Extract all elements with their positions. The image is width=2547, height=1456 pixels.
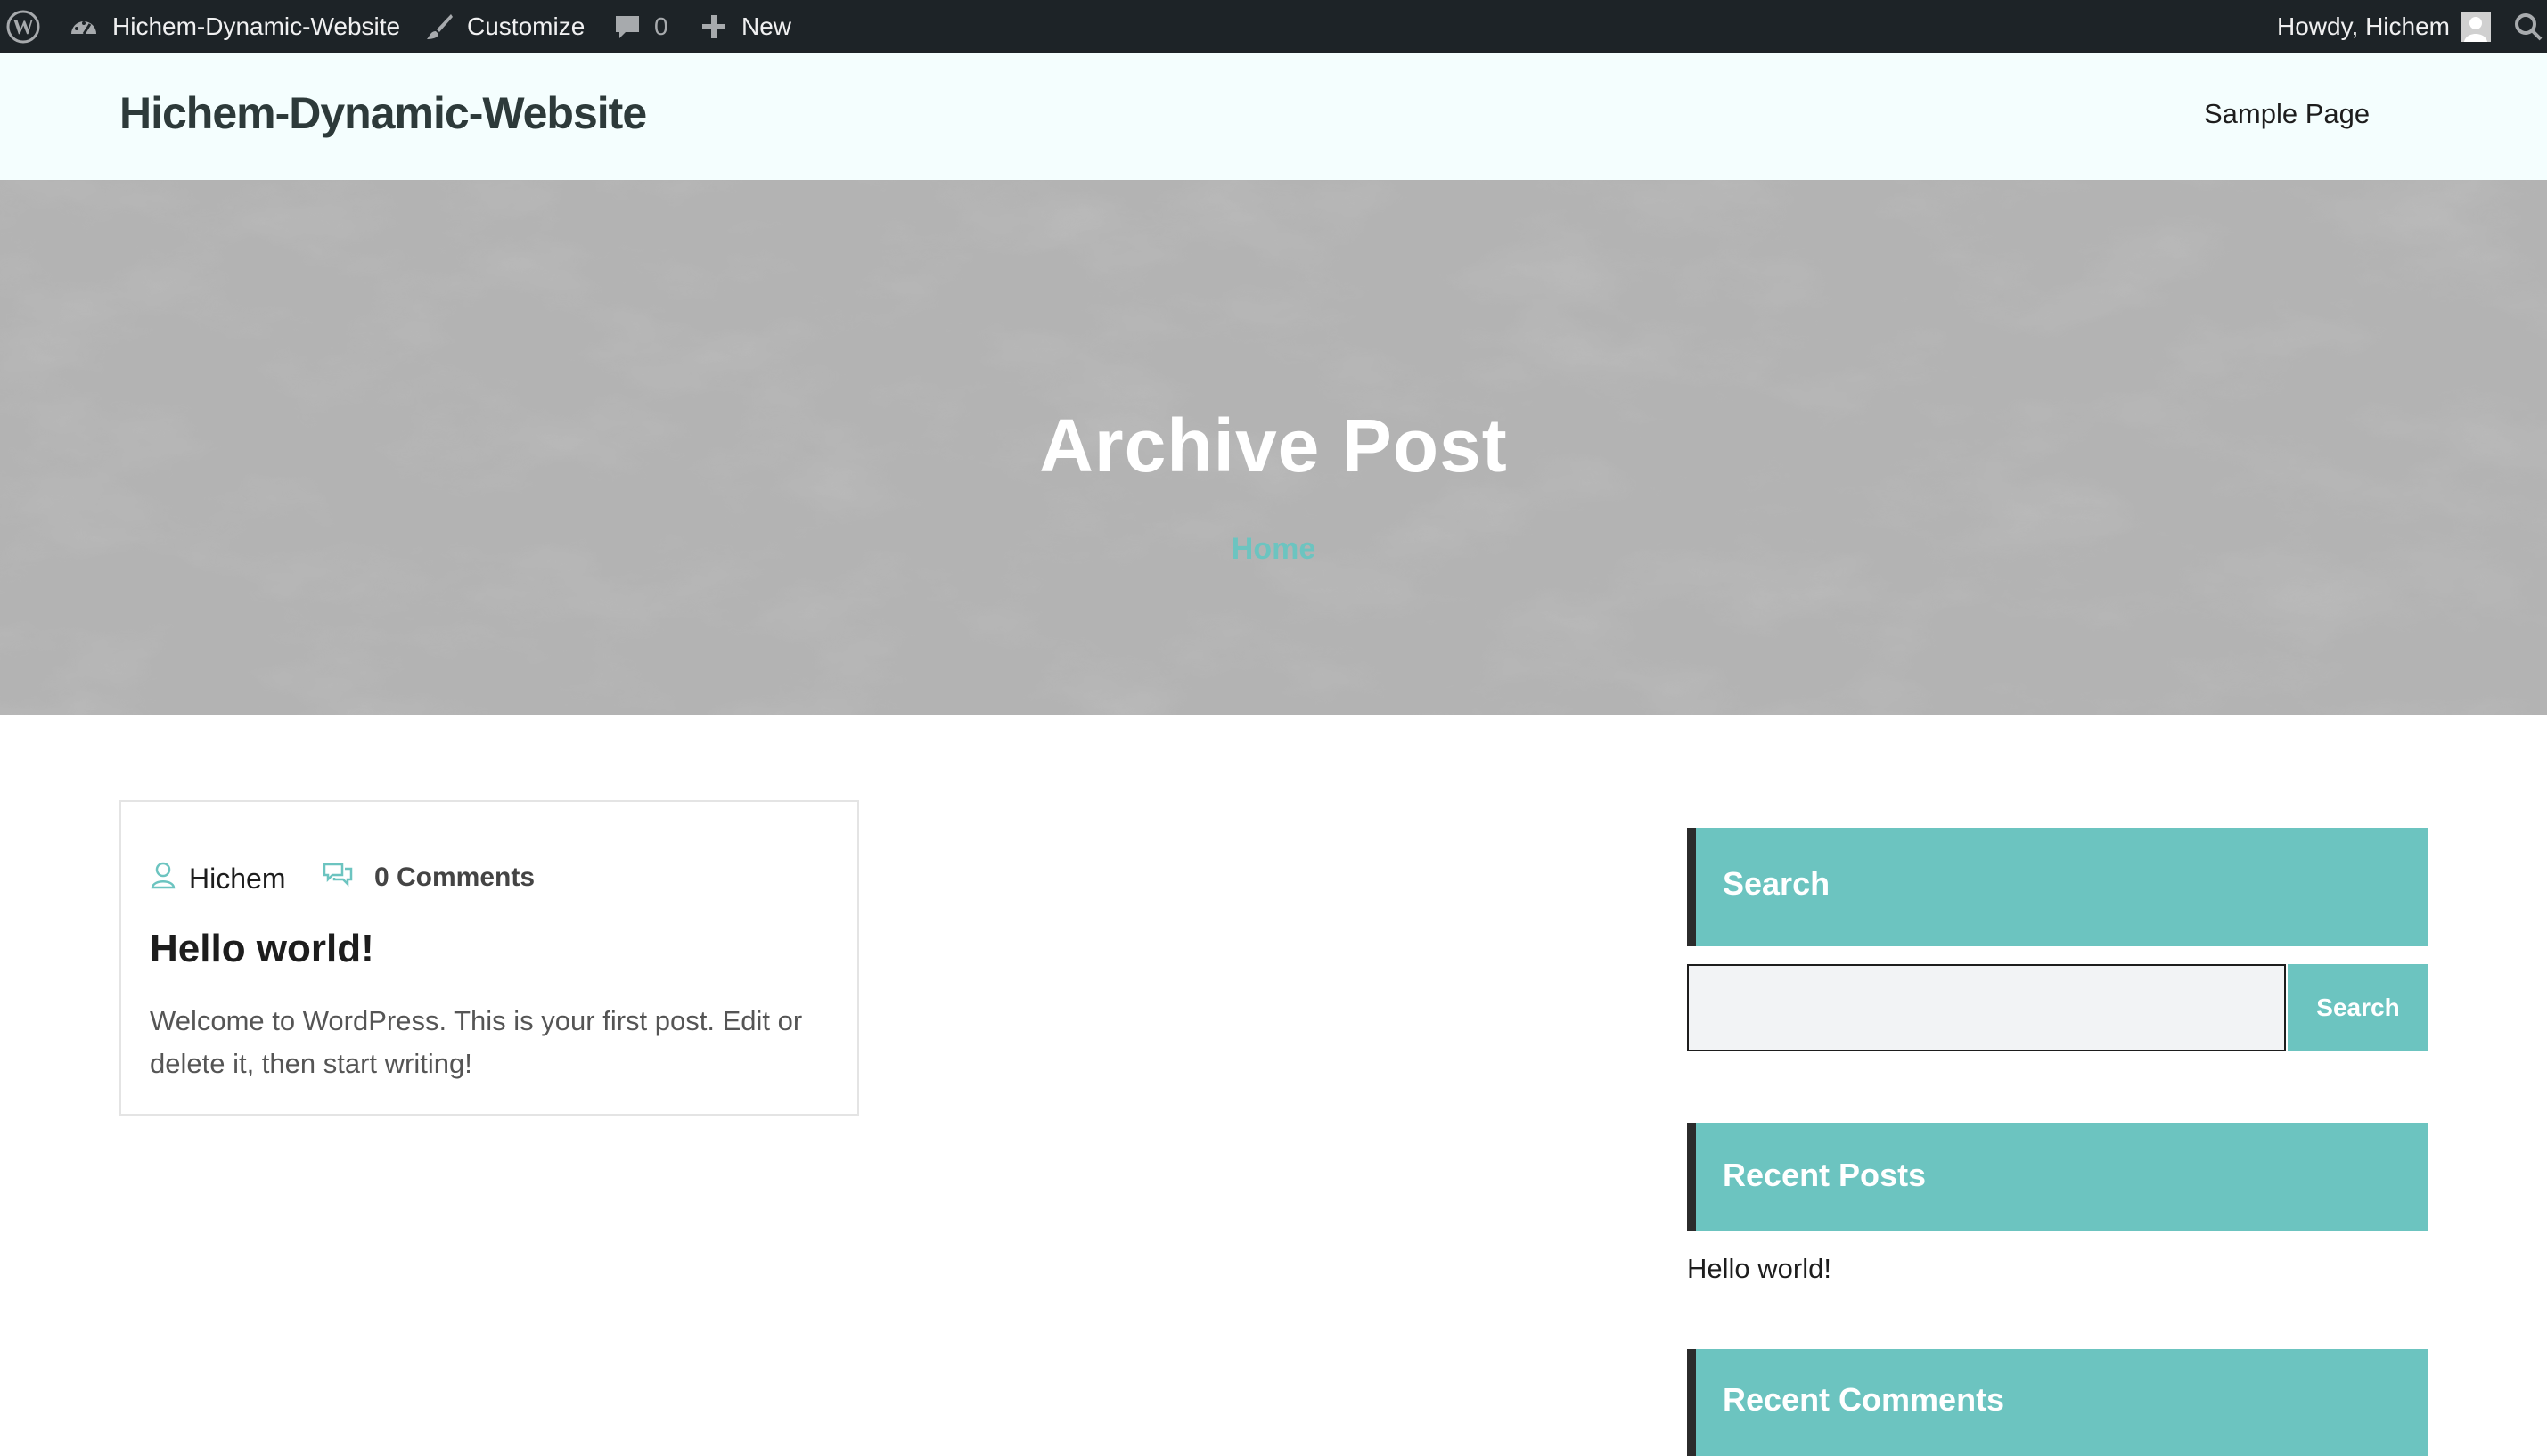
site-name-menu[interactable]: Hichem-Dynamic-Website	[68, 0, 400, 53]
comments-count-label: 0 Comments	[374, 862, 536, 892]
post-author[interactable]: Hichem	[150, 861, 285, 896]
plus-icon	[700, 13, 727, 40]
post-excerpt: Welcome to WordPress. This is your first…	[150, 1005, 803, 1079]
search-input[interactable]	[1687, 964, 2286, 1051]
comments-count: 0	[654, 12, 668, 40]
comment-bubble-icon	[613, 12, 642, 41]
avatar	[2460, 12, 2491, 42]
admin-bar: W Hichem-Dynamic-Website Customize 0 New…	[0, 0, 2547, 53]
search-widget-title: Search	[1687, 828, 2428, 946]
post-comments-link[interactable]: 0 Comments	[323, 861, 535, 894]
howdy-greeting: Howdy, Hichem	[2277, 12, 2450, 40]
site-name-label: Hichem-Dynamic-Website	[112, 12, 401, 40]
account-menu[interactable]: Howdy, Hichem	[2277, 0, 2491, 53]
post-title[interactable]: Hello world!	[150, 927, 374, 971]
post-card: Hichem 0 Comments Hello world! Welcome t…	[119, 800, 859, 1116]
recent-post-link[interactable]: Hello world!	[1687, 1253, 1831, 1285]
site-header: Hichem-Dynamic-Website Sample Page	[0, 53, 2547, 180]
recent-comments-heading: Recent Comments	[1723, 1381, 2005, 1418]
hero-banner: Archive Post Home	[0, 180, 2547, 715]
breadcrumb-home[interactable]: Home	[0, 532, 2547, 567]
svg-text:W: W	[12, 16, 34, 39]
nav-sample-page[interactable]: Sample Page	[2204, 98, 2370, 130]
site-title[interactable]: Hichem-Dynamic-Website	[119, 87, 647, 139]
wordpress-logo-icon[interactable]: W	[5, 0, 41, 53]
dashboard-icon	[68, 11, 100, 43]
search-button[interactable]: Search	[2288, 964, 2428, 1051]
recent-posts-widget-title: Recent Posts	[1687, 1123, 2428, 1231]
paintbrush-icon	[424, 12, 455, 42]
customize-link[interactable]: Customize	[424, 0, 585, 53]
recent-comments-widget-title: Recent Comments	[1687, 1349, 2428, 1456]
author-name: Hichem	[189, 862, 286, 895]
new-content-menu[interactable]: New	[700, 0, 791, 53]
search-icon[interactable]	[2513, 0, 2543, 53]
user-icon	[150, 861, 176, 896]
customize-label: Customize	[467, 12, 586, 40]
new-label: New	[741, 12, 792, 40]
comments-link[interactable]: 0	[613, 0, 668, 53]
comments-icon	[323, 861, 353, 894]
search-widget-heading: Search	[1723, 865, 1830, 902]
page-title: Archive Post	[1039, 404, 1508, 487]
recent-posts-heading: Recent Posts	[1723, 1157, 1927, 1193]
